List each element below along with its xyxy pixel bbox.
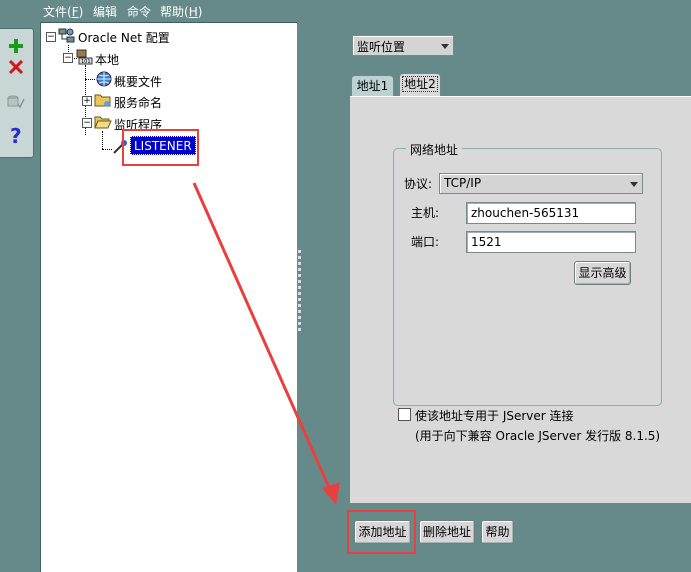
chevron-down-icon [441, 43, 449, 49]
local-host-icon: 101 [75, 49, 93, 69]
annotation-box-listener [122, 129, 199, 166]
port-input[interactable]: 1521 [466, 231, 636, 253]
show-advanced-button[interactable]: 显示高级 [574, 261, 631, 285]
host-label: 主机: [411, 206, 440, 220]
annotation-box-add [347, 510, 416, 554]
protocol-label: 协议: [404, 177, 433, 191]
jserver-compat-note: (用于向下兼容 Oracle JServer 发行版 8.1.5) [415, 429, 661, 443]
help-button[interactable]: 帮助 [481, 520, 514, 544]
view-select-value: 监听位置 [357, 40, 406, 54]
open-folder-icon [94, 114, 112, 133]
tab-address-1[interactable]: 地址1 [351, 75, 394, 96]
protocol-select[interactable]: TCP/IP [439, 173, 643, 194]
x-icon[interactable] [5, 56, 27, 78]
tree-profile-label[interactable]: 概要文件 [114, 73, 162, 90]
question-icon[interactable]: ? [5, 125, 27, 147]
chevron-down-icon [630, 181, 638, 187]
menu-edit[interactable]: 编辑 [93, 3, 117, 20]
group-title: 网络地址 [406, 141, 463, 158]
menu-bar: 文件(F) 编辑 命令 帮助(H) [0, 0, 691, 20]
protocol-value: TCP/IP [444, 176, 482, 190]
port-label: 端口: [411, 235, 440, 249]
folder-icon [94, 92, 112, 111]
plus-icon[interactable] [5, 35, 27, 57]
menu-command[interactable]: 命令 [127, 3, 151, 20]
svg-text:?: ? [10, 126, 22, 146]
svg-text:101: 101 [81, 59, 91, 65]
tree-naming-label[interactable]: 服务命名 [114, 94, 162, 111]
globe-icon [96, 71, 112, 90]
menu-file[interactable]: 文件(F) [43, 3, 83, 20]
network-icon [58, 28, 75, 47]
view-select[interactable]: 监听位置 [352, 35, 454, 56]
test-icon[interactable] [5, 91, 27, 113]
tab-address-2[interactable]: 地址2 [399, 73, 441, 96]
vertical-toolbar: ? [0, 28, 34, 158]
collapse-toggle[interactable]: − [82, 118, 92, 128]
jserver-checkbox[interactable] [398, 408, 411, 421]
expand-toggle[interactable]: + [82, 96, 92, 106]
split-handle[interactable] [298, 250, 302, 350]
collapse-toggle[interactable]: − [46, 32, 56, 42]
tree-root-label[interactable]: Oracle Net 配置 [78, 29, 170, 46]
jserver-checkbox-label: 使该地址专用于 JServer 连接 [415, 409, 574, 423]
host-input[interactable]: zhouchen-565131 [466, 202, 636, 224]
collapse-toggle[interactable]: − [63, 53, 73, 63]
delete-address-button[interactable]: 删除地址 [419, 520, 475, 544]
menu-help[interactable]: 帮助(H) [160, 3, 202, 20]
navigator-tree: − Oracle Net 配置 − 101 本地 概要文件 + 服务命名 − 监… [40, 22, 297, 572]
tree-local-label[interactable]: 本地 [95, 51, 119, 68]
